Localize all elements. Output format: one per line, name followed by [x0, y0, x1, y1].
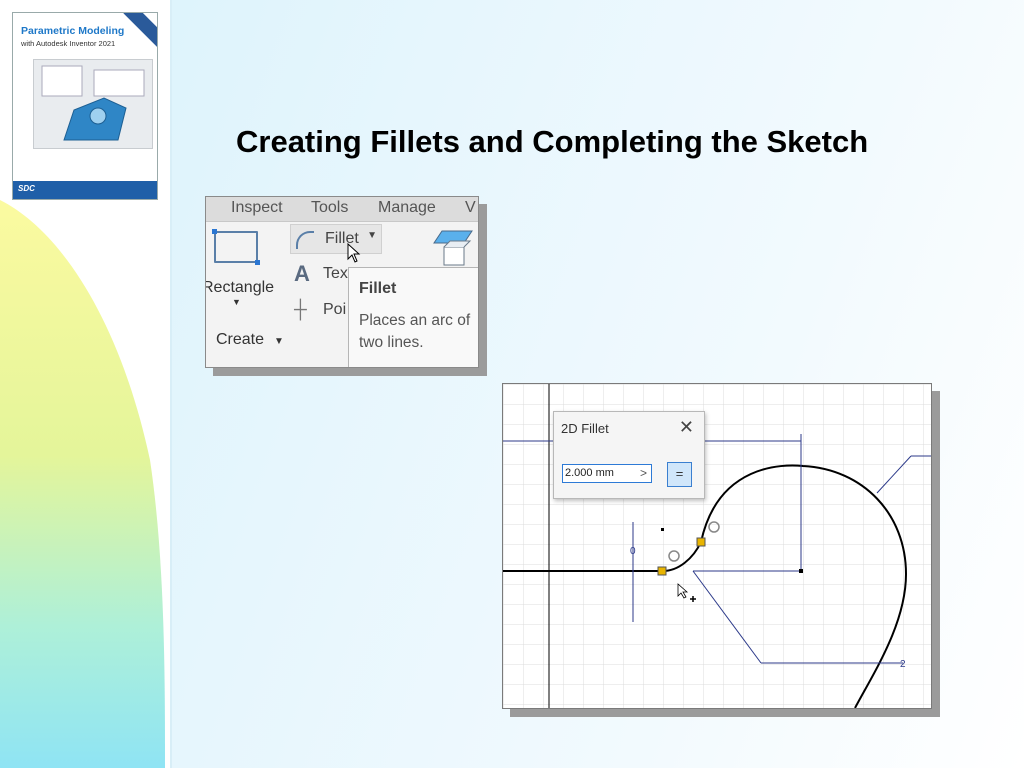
tooltip-description: Places an arc of two lines. — [359, 312, 471, 351]
tab-manage[interactable]: Manage — [378, 199, 436, 217]
book-footer: SDC — [13, 181, 157, 199]
slide-title: Creating Fillets and Completing the Sket… — [236, 124, 869, 159]
radius-input[interactable]: 2.000 mm — [562, 464, 652, 483]
book-subtitle: with Autodesk Inventor 2021 — [21, 39, 116, 48]
create-panel-label[interactable]: Create — [216, 331, 264, 349]
create-dropdown-icon[interactable]: ▼ — [274, 336, 284, 347]
equal-button[interactable]: = — [667, 462, 692, 487]
book-cover-image — [33, 59, 153, 149]
point-icon[interactable]: ┼ — [294, 299, 307, 320]
2d-fillet-dialog: 2D Fillet ✕ 2.000 mm > = — [553, 411, 705, 499]
tab-view[interactable]: V — [465, 199, 476, 217]
plane-icon[interactable] — [432, 227, 476, 271]
mouse-cursor-icon — [347, 243, 361, 263]
text-label[interactable]: Tex — [323, 265, 348, 283]
book-ribbon — [123, 13, 157, 49]
tab-tools[interactable]: Tools — [311, 199, 348, 217]
dialog-title: 2D Fillet — [561, 421, 609, 436]
ribbon-tabs: Inspect Tools Manage V — [206, 197, 478, 222]
book-cover: Parametric Modeling with Autodesk Invent… — [12, 12, 158, 200]
fillet-button[interactable]: Fillet ▼ — [290, 224, 382, 254]
rectangle-dropdown-icon[interactable]: ▼ — [232, 297, 241, 307]
fillet-dropdown-icon[interactable]: ▼ — [367, 230, 377, 241]
vertical-constraint-label: 0 — [630, 546, 636, 557]
close-icon[interactable]: ✕ — [679, 417, 694, 438]
point-label[interactable]: Poi — [323, 301, 346, 319]
sketch-screenshot: 0 2 2D Fillet ✕ 2.000 mm > = — [502, 383, 932, 709]
tab-inspect[interactable]: Inspect — [231, 199, 283, 217]
fillet-icon — [296, 231, 314, 249]
rectangle-icon[interactable] — [212, 229, 260, 265]
dimension-label: 2 — [900, 659, 906, 670]
tooltip-title: Fillet — [359, 280, 397, 297]
left-decoration: Parametric Modeling with Autodesk Invent… — [0, 0, 172, 768]
book-title: Parametric Modeling — [21, 25, 125, 37]
rectangle-label[interactable]: Rectangle — [206, 279, 274, 297]
ribbon-screenshot: Inspect Tools Manage V Rectangle ▼ Fille… — [205, 196, 479, 368]
publisher-logo: SDC — [18, 184, 35, 193]
text-icon[interactable]: A — [294, 261, 310, 287]
fillet-tooltip: Fillet Places an arc of two lines. — [348, 267, 478, 367]
chevron-right-icon[interactable]: > — [640, 466, 647, 480]
